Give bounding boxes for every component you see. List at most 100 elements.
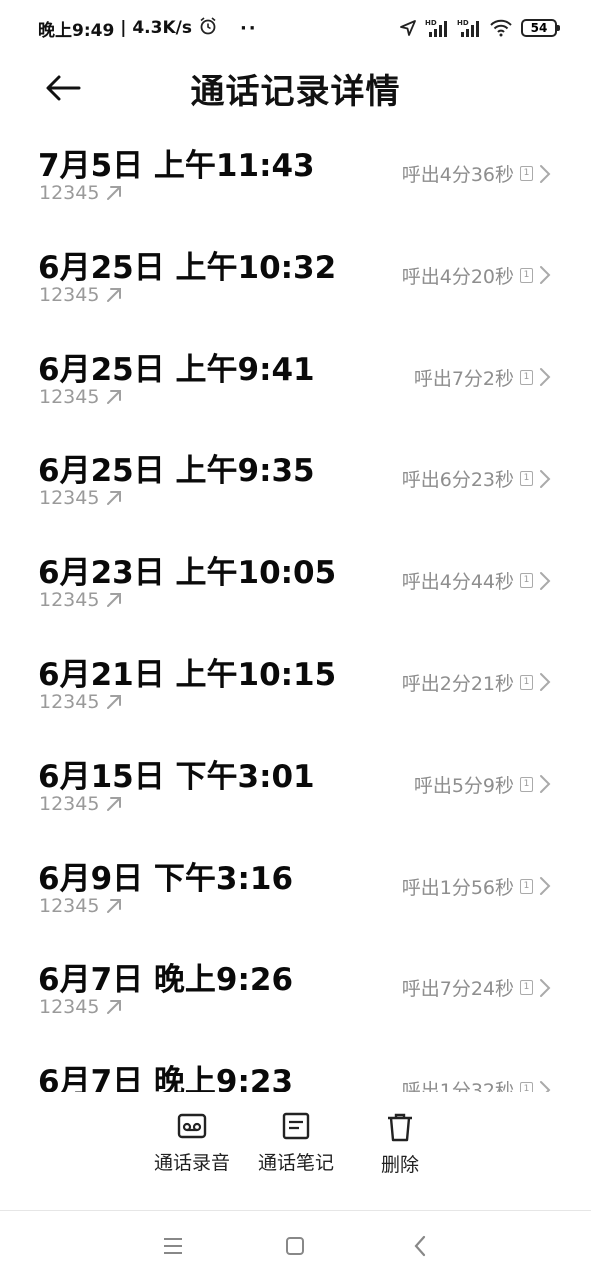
header: 通话记录详情 xyxy=(0,56,591,120)
chevron-right-icon xyxy=(540,469,551,488)
outgoing-arrow-icon xyxy=(107,694,122,709)
call-info-right: 呼出6分23秒 1 xyxy=(402,465,551,492)
chevron-right-icon xyxy=(540,775,551,794)
sim-card-icon: 1 xyxy=(520,674,533,690)
call-number: 12345 xyxy=(39,182,100,204)
status-time: 晚上9:49 xyxy=(38,20,115,41)
notes-icon xyxy=(282,1112,310,1140)
call-datetime: 6月9日 下午3:16 xyxy=(38,860,294,897)
call-list[interactable]: 7月5日 上午11:43 12345 呼出4分36秒 1 6月25日 上午10:… xyxy=(0,120,591,1092)
call-number-row: 12345 xyxy=(39,895,123,917)
call-number-row: 12345 xyxy=(39,386,123,408)
chevron-right-icon xyxy=(540,978,551,997)
sim-card-icon: 1 xyxy=(520,776,533,792)
chevron-right-icon xyxy=(540,368,551,387)
call-number: 12345 xyxy=(39,589,100,612)
call-info-right: 呼出2分21秒 1 xyxy=(402,669,551,696)
outgoing-arrow-icon xyxy=(107,287,122,302)
call-datetime: 6月23日 上午10:05 xyxy=(38,555,337,592)
call-type-duration: 呼出2分21秒 xyxy=(401,672,514,695)
outgoing-arrow-icon xyxy=(107,1000,122,1015)
wifi-icon xyxy=(489,19,513,37)
call-record-item[interactable]: 6月7日 晚上9:26 12345 呼出7分24秒 1 xyxy=(0,934,591,1036)
call-number-row: 12345 xyxy=(39,182,123,204)
call-record-item[interactable]: 7月5日 上午11:43 12345 呼出4分36秒 1 xyxy=(0,120,591,222)
call-type-duration: 呼出4分44秒 xyxy=(401,571,514,594)
call-datetime: 6月25日 上午9:41 xyxy=(38,351,315,388)
sim-card-icon: 1 xyxy=(520,878,533,894)
call-number-row: 12345 xyxy=(39,996,123,1018)
call-number-row: 12345 xyxy=(39,793,123,815)
call-number: 12345 xyxy=(39,385,100,408)
call-number: 12345 xyxy=(39,283,100,306)
call-info-right: 呼出4分44秒 1 xyxy=(402,567,551,594)
menu-icon xyxy=(164,1238,182,1254)
call-number: 12345 xyxy=(39,690,100,713)
call-number-row: 12345 xyxy=(39,487,123,509)
sim-card-icon: 1 xyxy=(520,471,533,487)
call-number: 12345 xyxy=(39,792,100,815)
call-notes-label: 通话笔记 xyxy=(257,1152,334,1174)
location-icon xyxy=(399,19,417,37)
square-icon xyxy=(286,1237,304,1255)
call-record-item[interactable]: 6月25日 上午9:35 12345 呼出6分23秒 1 xyxy=(0,425,591,527)
call-datetime: 7月5日 上午11:43 xyxy=(38,148,315,184)
alarm-icon xyxy=(198,16,218,41)
call-record-item[interactable]: 6月25日 上午10:32 12345 呼出4分20秒 1 xyxy=(0,222,591,324)
call-record-item[interactable]: 6月15日 下午3:01 12345 呼出5分9秒 1 xyxy=(0,731,591,833)
recording-icon xyxy=(177,1113,207,1139)
call-record-item[interactable]: 6月25日 上午9:41 12345 呼出7分2秒 1 xyxy=(0,324,591,426)
page-title: 通话记录详情 xyxy=(190,72,401,112)
recent-apps-button[interactable] xyxy=(158,1231,188,1261)
svg-text:HD: HD xyxy=(425,19,437,27)
call-datetime: 6月7日 晚上9:23 xyxy=(38,1064,294,1092)
call-record-item[interactable]: 6月7日 晚上9:23 12345 呼出1分32秒 1 xyxy=(0,1036,591,1092)
call-type-duration: 呼出1分56秒 xyxy=(401,876,514,899)
call-notes-button[interactable]: 通话笔记 xyxy=(252,1112,340,1175)
outgoing-arrow-icon xyxy=(107,186,122,200)
call-type-duration: 呼出4分20秒 xyxy=(401,265,514,288)
outgoing-arrow-icon xyxy=(107,796,122,811)
status-bar: 晚上9:49 | 4.3K/s ·· HD HD 54 xyxy=(0,0,591,56)
outgoing-arrow-icon xyxy=(107,898,122,913)
call-type-duration: 呼出7分24秒 xyxy=(401,978,514,1001)
outgoing-arrow-icon xyxy=(107,491,122,506)
call-recording-button[interactable]: 通话录音 xyxy=(148,1112,236,1175)
chevron-right-icon xyxy=(540,266,551,285)
call-info-right: 呼出1分32秒 1 xyxy=(402,1076,551,1092)
chevron-left-icon xyxy=(414,1235,426,1257)
sim-card-icon: 1 xyxy=(520,573,533,589)
signal-hd-icon: HD xyxy=(425,18,449,38)
call-type-duration: 呼出5分9秒 xyxy=(413,774,514,797)
delete-label: 删除 xyxy=(380,1154,419,1176)
signal-hd-icon: HD xyxy=(457,18,481,38)
home-button[interactable] xyxy=(280,1231,310,1261)
delete-button[interactable]: 删除 xyxy=(360,1112,440,1177)
call-number: 12345 xyxy=(39,894,100,917)
chevron-right-icon xyxy=(540,877,551,896)
call-type-duration: 呼出6分23秒 xyxy=(401,469,514,492)
svg-text:HD: HD xyxy=(457,19,469,27)
call-number: 12345 xyxy=(39,487,100,510)
status-network-speed: 4.3K/s xyxy=(132,18,192,38)
sim-card-icon: 1 xyxy=(520,369,533,385)
status-separator: | xyxy=(114,18,133,38)
call-number-row: 12345 xyxy=(39,284,123,306)
call-record-item[interactable]: 6月23日 上午10:05 12345 呼出4分44秒 1 xyxy=(0,527,591,629)
status-right: HD HD 54 xyxy=(399,18,560,38)
trash-icon xyxy=(388,1113,412,1142)
call-record-item[interactable]: 6月9日 下午3:16 12345 呼出1分56秒 1 xyxy=(0,833,591,935)
call-recording-label: 通话录音 xyxy=(153,1152,230,1174)
system-back-button[interactable] xyxy=(405,1231,435,1261)
call-datetime: 6月25日 上午10:32 xyxy=(38,249,337,286)
call-number-row: 12345 xyxy=(39,589,123,611)
call-type-duration: 呼出1分32秒 xyxy=(401,1080,514,1092)
more-dots-icon: ·· xyxy=(239,17,258,39)
navigation-bar xyxy=(0,1211,591,1280)
call-record-item[interactable]: 6月21日 上午10:15 12345 呼出2分21秒 1 xyxy=(0,629,591,731)
chevron-right-icon xyxy=(540,1080,551,1092)
call-info-right: 呼出5分9秒 1 xyxy=(414,771,551,798)
call-info-right: 呼出7分2秒 1 xyxy=(414,364,551,391)
sim-card-icon: 1 xyxy=(520,980,533,996)
call-datetime: 6月21日 上午10:15 xyxy=(38,656,337,693)
